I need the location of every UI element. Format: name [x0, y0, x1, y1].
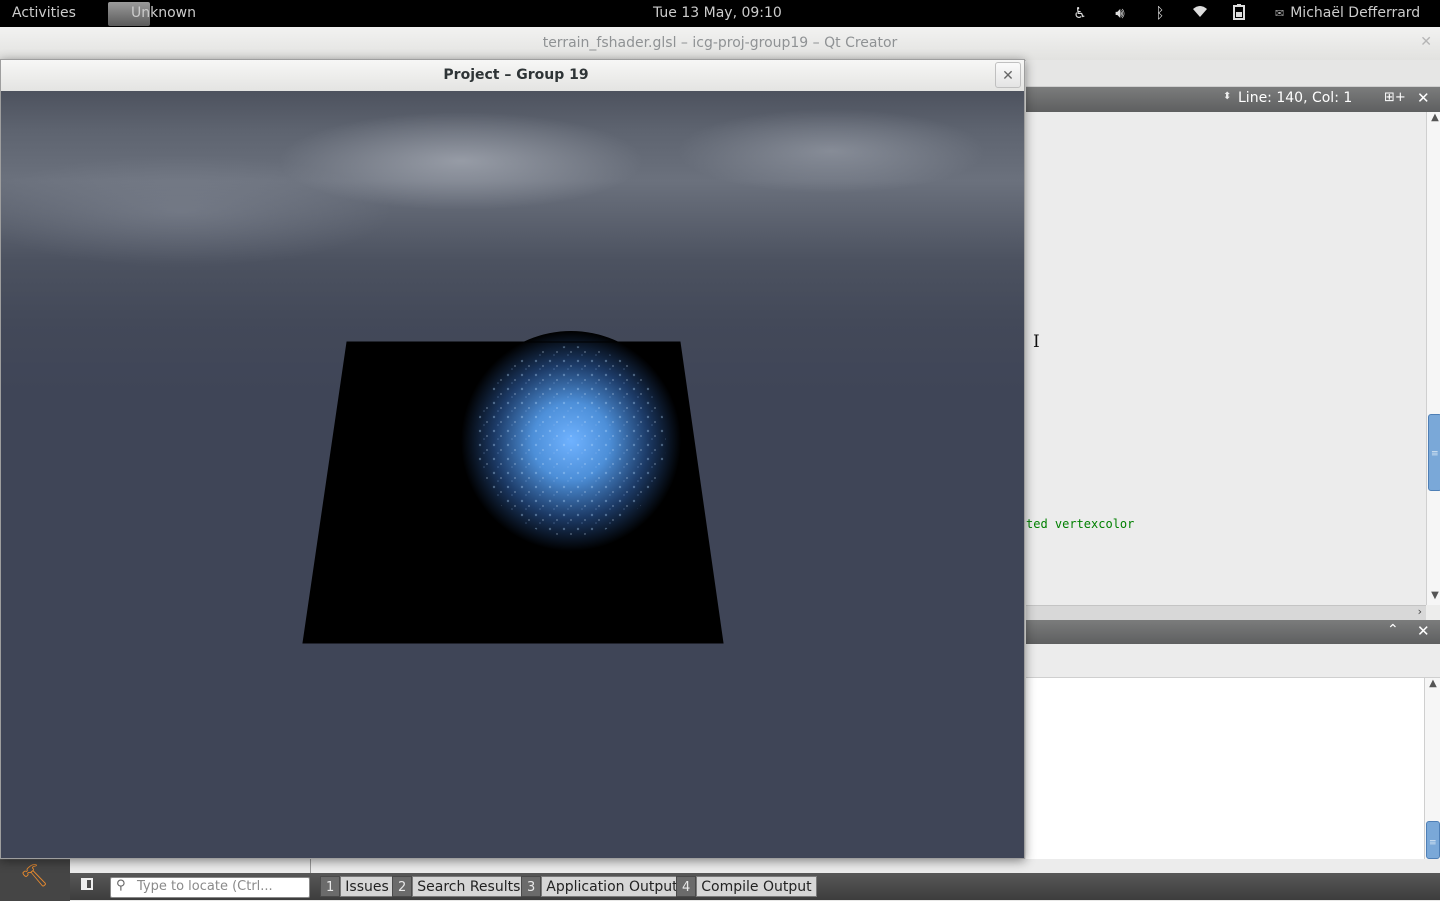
user-menu[interactable]: ✉ Michaël Defferrard — [1275, 5, 1420, 21]
tab-application-output[interactable]: 3 Application Output — [521, 876, 683, 897]
activities-button[interactable]: Activities — [12, 5, 76, 21]
scrollbar-thumb[interactable] — [1428, 414, 1440, 491]
editor-toolbar: ⬍ Line: 140, Col: 1 ⊞+ ✕ — [1026, 87, 1440, 112]
editor-vertical-scrollbar[interactable]: ▲ ▼ — [1426, 112, 1440, 605]
project-close-button[interactable]: ✕ — [995, 62, 1021, 88]
scroll-down-icon[interactable]: ▼ — [1429, 590, 1440, 601]
line-column-indicator[interactable]: Line: 140, Col: 1 — [1238, 90, 1352, 106]
scroll-right-icon[interactable]: › — [1418, 605, 1422, 618]
presence-icon: ✉ — [1275, 7, 1285, 20]
tab-number: 1 — [320, 876, 341, 897]
tab-number: 3 — [521, 876, 542, 897]
scrollbar-thumb[interactable] — [1426, 821, 1440, 859]
code-editor[interactable]: I ted vertexcolor — [1026, 112, 1426, 605]
qt-titlebar[interactable]: terrain_fshader.glsl – icg-proj-group19 … — [0, 27, 1440, 61]
tab-number: 4 — [676, 876, 697, 897]
tab-label: Application Output — [541, 876, 683, 897]
user-name: Michaël Defferrard — [1290, 5, 1421, 21]
tab-issues[interactable]: 1 Issues — [320, 876, 394, 897]
qt-window-title: terrain_fshader.glsl – icg-proj-group19 … — [542, 35, 898, 51]
text-cursor-icon: I — [1033, 332, 1040, 352]
project-titlebar[interactable]: Project – Group 19 ✕ — [1, 60, 1024, 92]
clock[interactable]: Tue 13 May, 09:10 — [653, 5, 782, 21]
line-spinner-icon[interactable]: ⬍ — [1223, 91, 1231, 102]
split-icon[interactable]: ⊞+ — [1384, 90, 1406, 105]
volume-icon[interactable]: 🔊︎ — [1111, 4, 1129, 22]
search-icon: ⚲ — [116, 878, 126, 893]
scroll-up-icon[interactable]: ▲ — [1427, 678, 1439, 689]
scroll-up-icon[interactable]: ▲ — [1429, 112, 1440, 123]
locator-input[interactable]: ⚲ Type to locate (Ctrl... — [110, 877, 310, 898]
maximize-pane-icon[interactable]: ⌃ — [1387, 622, 1399, 638]
output-vertical-scrollbar[interactable]: ▲ ▼ — [1424, 678, 1440, 874]
app-menu-label: Unknown — [131, 5, 196, 21]
locator-placeholder: Type to locate (Ctrl... — [137, 879, 273, 894]
status-strip — [70, 859, 1440, 873]
output-pane-toolbar — [1026, 644, 1440, 678]
tab-number: 2 — [392, 876, 413, 897]
app-menu[interactable]: Unknown — [108, 2, 228, 26]
project-window: Project – Group 19 ✕ — [0, 59, 1025, 859]
output-pane-header: ⌃ ✕ — [1026, 620, 1440, 644]
tab-label: Compile Output — [696, 876, 817, 897]
accessibility-icon[interactable]: ♿ — [1071, 4, 1089, 22]
tab-label: Search Results — [412, 876, 526, 897]
tab-compile-output[interactable]: 4 Compile Output — [676, 876, 817, 897]
opengl-viewport[interactable] — [1, 91, 1024, 858]
status-bar: ⚲ Type to locate (Ctrl... 1 Issues 2 Searc… — [70, 873, 1440, 900]
divider — [310, 859, 311, 873]
bluetooth-icon[interactable]: ᛒ — [1151, 4, 1169, 22]
gnome-top-bar: Activities Unknown Tue 13 May, 09:10 ♿ 🔊… — [0, 0, 1440, 27]
code-comment: ted vertexcolor — [1026, 517, 1135, 531]
editor-horizontal-scrollbar[interactable]: › — [1026, 605, 1426, 620]
battery-icon[interactable] — [1230, 4, 1248, 22]
build-button[interactable]: 🔨︎ — [0, 859, 70, 901]
editor-tab-strip — [1026, 60, 1440, 87]
terrain-render — [302, 331, 724, 644]
hammer-icon: 🔨︎ — [20, 864, 48, 889]
tab-search-results[interactable]: 2 Search Results — [392, 876, 526, 897]
qt-close-icon[interactable]: ✕ — [1420, 34, 1432, 50]
tab-label: Issues — [340, 876, 394, 897]
toggle-sidebar-icon[interactable] — [81, 878, 93, 890]
output-pane[interactable] — [1026, 678, 1424, 874]
wifi-icon[interactable] — [1191, 4, 1209, 22]
output-close-icon[interactable]: ✕ — [1417, 622, 1430, 640]
project-window-title: Project – Group 19 — [443, 67, 589, 83]
editor-close-icon[interactable]: ✕ — [1417, 89, 1430, 107]
